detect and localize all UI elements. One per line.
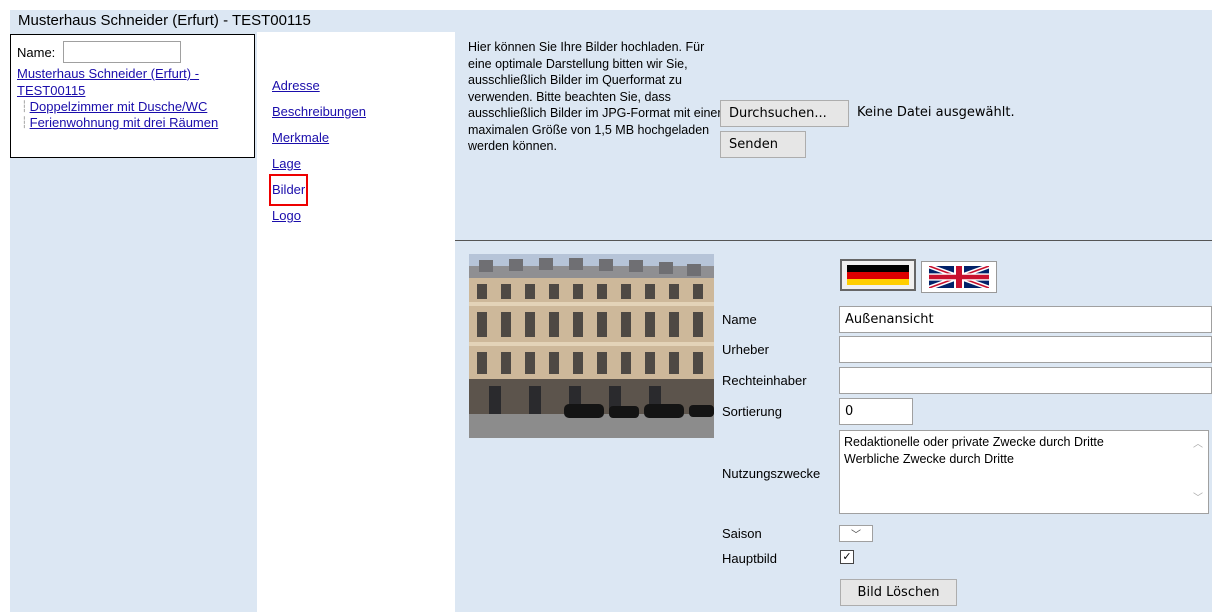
- chevron-down-icon: ﹀: [851, 530, 861, 541]
- sort-input[interactable]: 0: [839, 398, 913, 425]
- nav-merkmale[interactable]: Merkmale: [272, 125, 366, 151]
- rights-input[interactable]: [839, 367, 1212, 394]
- upload-instructions: Hier können Sie Ihre Bilder hochladen. F…: [468, 40, 722, 153]
- property-tree: Name: Musterhaus Schneider (Erfurt) - TE…: [10, 34, 255, 158]
- tree-child-link-doppelzimmer[interactable]: Doppelzimmer mit Dusche/WC: [30, 99, 208, 115]
- name-filter-label: Name:: [17, 44, 56, 60]
- name-filter-input[interactable]: [63, 41, 182, 63]
- divider: [455, 240, 1212, 241]
- name-filter-row: Name:: [17, 39, 248, 65]
- tree-branch-icon: ┆: [21, 101, 28, 113]
- german-flag-icon: [847, 265, 909, 285]
- nav-logo[interactable]: Logo: [272, 203, 366, 229]
- usage-option[interactable]: Redaktionelle oder private Zwecke durch …: [844, 434, 1204, 451]
- property-photo: [469, 254, 714, 438]
- usage-option[interactable]: Werbliche Zwecke durch Dritte: [844, 451, 1204, 468]
- no-file-text: Keine Datei ausgewählt.: [857, 105, 1015, 120]
- section-nav: Adresse Beschreibungen Merkmale Lage Bil…: [268, 73, 366, 229]
- uk-flag-icon: [929, 266, 989, 288]
- tree-root-link[interactable]: Musterhaus Schneider (Erfurt) - TEST0011…: [17, 65, 248, 99]
- nav-bilder[interactable]: Bilder: [268, 174, 366, 206]
- name-label: Name: [722, 312, 757, 327]
- author-input[interactable]: [839, 336, 1212, 363]
- season-select[interactable]: ﹀: [839, 525, 873, 542]
- language-de-button[interactable]: [840, 259, 916, 291]
- tree-branch-icon: ┆: [21, 117, 28, 129]
- rights-label: Rechteinhaber: [722, 373, 807, 388]
- tree-child-link-ferienwohnung[interactable]: Ferienwohnung mit drei Räumen: [30, 115, 219, 131]
- name-input[interactable]: Außenansicht: [839, 306, 1212, 333]
- send-button[interactable]: Senden: [720, 131, 806, 158]
- delete-image-button[interactable]: Bild Löschen: [840, 579, 957, 606]
- page-title: Musterhaus Schneider (Erfurt) - TEST0011…: [10, 10, 1212, 32]
- season-label: Saison: [722, 526, 762, 541]
- tree-child-item: ┆ Doppelzimmer mit Dusche/WC: [17, 99, 248, 115]
- usage-listbox[interactable]: Redaktionelle oder private Zwecke durch …: [839, 430, 1209, 514]
- nav-lage[interactable]: Lage: [272, 151, 366, 177]
- main-image-label: Hauptbild: [722, 551, 777, 566]
- chevron-down-icon[interactable]: ﹀: [1193, 491, 1203, 508]
- chevron-up-icon[interactable]: ︿: [1193, 437, 1203, 454]
- usage-label: Nutzungszwecke: [722, 466, 821, 481]
- author-label: Urheber: [722, 342, 769, 357]
- tree-child-item: ┆ Ferienwohnung mit drei Räumen: [17, 115, 248, 131]
- nav-beschreibungen[interactable]: Beschreibungen: [272, 99, 366, 125]
- main-image-checkbox[interactable]: ✓: [840, 550, 854, 564]
- building-photo-icon: [469, 254, 714, 438]
- checkmark-icon: ✓: [842, 551, 852, 563]
- browse-button[interactable]: Durchsuchen...: [720, 100, 849, 127]
- nav-adresse[interactable]: Adresse: [272, 73, 366, 99]
- nav-bilder-label: Bilder: [268, 174, 309, 206]
- sort-label: Sortierung: [722, 404, 782, 419]
- language-en-button[interactable]: [921, 261, 997, 293]
